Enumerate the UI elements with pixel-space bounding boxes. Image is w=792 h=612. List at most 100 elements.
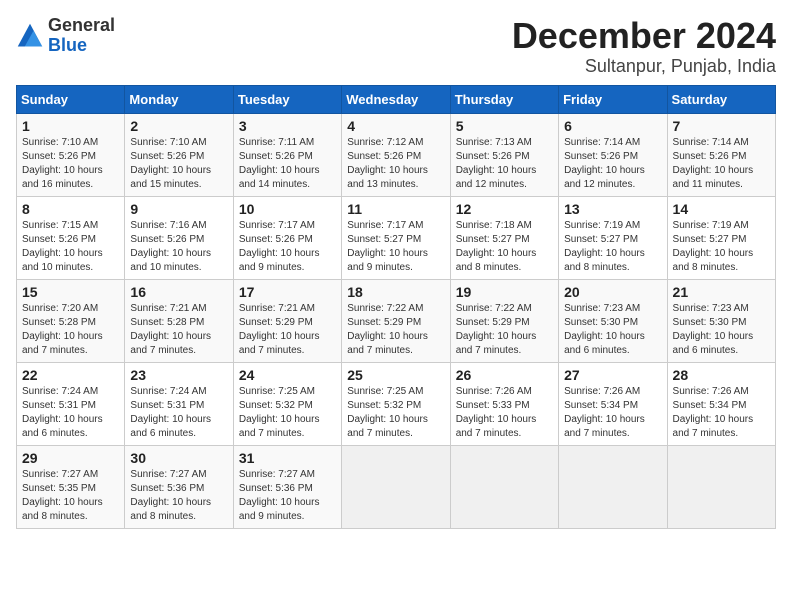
day-number: 29 bbox=[22, 450, 119, 466]
calendar-cell: 23 Sunrise: 7:24 AM Sunset: 5:31 PM Dayl… bbox=[125, 362, 233, 445]
calendar-cell: 20 Sunrise: 7:23 AM Sunset: 5:30 PM Dayl… bbox=[559, 279, 667, 362]
day-info: Sunrise: 7:19 AM Sunset: 5:27 PM Dayligh… bbox=[564, 220, 645, 273]
location-title: Sultanpur, Punjab, India bbox=[512, 56, 776, 77]
calendar-cell: 13 Sunrise: 7:19 AM Sunset: 5:27 PM Dayl… bbox=[559, 196, 667, 279]
weekday-header-saturday: Saturday bbox=[667, 85, 775, 113]
calendar-cell: 3 Sunrise: 7:11 AM Sunset: 5:26 PM Dayli… bbox=[233, 113, 341, 196]
weekday-header-wednesday: Wednesday bbox=[342, 85, 450, 113]
calendar-cell: 30 Sunrise: 7:27 AM Sunset: 5:36 PM Dayl… bbox=[125, 445, 233, 528]
logo-icon bbox=[16, 22, 44, 50]
day-number: 6 bbox=[564, 118, 661, 134]
day-number: 4 bbox=[347, 118, 444, 134]
logo: General Blue bbox=[16, 16, 115, 56]
day-info: Sunrise: 7:21 AM Sunset: 5:29 PM Dayligh… bbox=[239, 303, 320, 356]
logo-general: General bbox=[48, 16, 115, 36]
day-info: Sunrise: 7:12 AM Sunset: 5:26 PM Dayligh… bbox=[347, 137, 428, 190]
page-header: General Blue December 2024 Sultanpur, Pu… bbox=[16, 16, 776, 77]
day-number: 21 bbox=[673, 284, 770, 300]
day-info: Sunrise: 7:10 AM Sunset: 5:26 PM Dayligh… bbox=[130, 137, 211, 190]
calendar-cell: 10 Sunrise: 7:17 AM Sunset: 5:26 PM Dayl… bbox=[233, 196, 341, 279]
day-number: 26 bbox=[456, 367, 553, 383]
calendar-cell: 6 Sunrise: 7:14 AM Sunset: 5:26 PM Dayli… bbox=[559, 113, 667, 196]
weekday-header-thursday: Thursday bbox=[450, 85, 558, 113]
day-number: 31 bbox=[239, 450, 336, 466]
day-number: 2 bbox=[130, 118, 227, 134]
week-row-3: 15 Sunrise: 7:20 AM Sunset: 5:28 PM Dayl… bbox=[17, 279, 776, 362]
day-info: Sunrise: 7:27 AM Sunset: 5:36 PM Dayligh… bbox=[239, 469, 320, 522]
calendar-cell bbox=[667, 445, 775, 528]
day-info: Sunrise: 7:14 AM Sunset: 5:26 PM Dayligh… bbox=[564, 137, 645, 190]
day-info: Sunrise: 7:16 AM Sunset: 5:26 PM Dayligh… bbox=[130, 220, 211, 273]
day-info: Sunrise: 7:15 AM Sunset: 5:26 PM Dayligh… bbox=[22, 220, 103, 273]
week-row-4: 22 Sunrise: 7:24 AM Sunset: 5:31 PM Dayl… bbox=[17, 362, 776, 445]
day-number: 22 bbox=[22, 367, 119, 383]
logo-text: General Blue bbox=[48, 16, 115, 56]
calendar-cell: 16 Sunrise: 7:21 AM Sunset: 5:28 PM Dayl… bbox=[125, 279, 233, 362]
calendar-cell: 19 Sunrise: 7:22 AM Sunset: 5:29 PM Dayl… bbox=[450, 279, 558, 362]
day-info: Sunrise: 7:17 AM Sunset: 5:27 PM Dayligh… bbox=[347, 220, 428, 273]
day-info: Sunrise: 7:24 AM Sunset: 5:31 PM Dayligh… bbox=[130, 386, 211, 439]
day-info: Sunrise: 7:22 AM Sunset: 5:29 PM Dayligh… bbox=[456, 303, 537, 356]
day-number: 12 bbox=[456, 201, 553, 217]
day-number: 11 bbox=[347, 201, 444, 217]
day-number: 3 bbox=[239, 118, 336, 134]
week-row-2: 8 Sunrise: 7:15 AM Sunset: 5:26 PM Dayli… bbox=[17, 196, 776, 279]
calendar-cell: 21 Sunrise: 7:23 AM Sunset: 5:30 PM Dayl… bbox=[667, 279, 775, 362]
weekday-header-friday: Friday bbox=[559, 85, 667, 113]
day-number: 16 bbox=[130, 284, 227, 300]
day-number: 19 bbox=[456, 284, 553, 300]
weekday-header-tuesday: Tuesday bbox=[233, 85, 341, 113]
day-info: Sunrise: 7:23 AM Sunset: 5:30 PM Dayligh… bbox=[673, 303, 754, 356]
calendar-cell: 18 Sunrise: 7:22 AM Sunset: 5:29 PM Dayl… bbox=[342, 279, 450, 362]
day-number: 14 bbox=[673, 201, 770, 217]
day-number: 10 bbox=[239, 201, 336, 217]
day-info: Sunrise: 7:10 AM Sunset: 5:26 PM Dayligh… bbox=[22, 137, 103, 190]
day-info: Sunrise: 7:25 AM Sunset: 5:32 PM Dayligh… bbox=[347, 386, 428, 439]
day-number: 28 bbox=[673, 367, 770, 383]
day-info: Sunrise: 7:25 AM Sunset: 5:32 PM Dayligh… bbox=[239, 386, 320, 439]
day-info: Sunrise: 7:24 AM Sunset: 5:31 PM Dayligh… bbox=[22, 386, 103, 439]
day-number: 13 bbox=[564, 201, 661, 217]
day-info: Sunrise: 7:20 AM Sunset: 5:28 PM Dayligh… bbox=[22, 303, 103, 356]
day-info: Sunrise: 7:26 AM Sunset: 5:34 PM Dayligh… bbox=[673, 386, 754, 439]
weekday-header-monday: Monday bbox=[125, 85, 233, 113]
logo-blue: Blue bbox=[48, 36, 115, 56]
day-info: Sunrise: 7:19 AM Sunset: 5:27 PM Dayligh… bbox=[673, 220, 754, 273]
calendar-cell: 11 Sunrise: 7:17 AM Sunset: 5:27 PM Dayl… bbox=[342, 196, 450, 279]
day-number: 18 bbox=[347, 284, 444, 300]
day-info: Sunrise: 7:18 AM Sunset: 5:27 PM Dayligh… bbox=[456, 220, 537, 273]
day-info: Sunrise: 7:23 AM Sunset: 5:30 PM Dayligh… bbox=[564, 303, 645, 356]
week-row-1: 1 Sunrise: 7:10 AM Sunset: 5:26 PM Dayli… bbox=[17, 113, 776, 196]
day-info: Sunrise: 7:14 AM Sunset: 5:26 PM Dayligh… bbox=[673, 137, 754, 190]
day-info: Sunrise: 7:17 AM Sunset: 5:26 PM Dayligh… bbox=[239, 220, 320, 273]
day-number: 5 bbox=[456, 118, 553, 134]
day-number: 7 bbox=[673, 118, 770, 134]
day-info: Sunrise: 7:26 AM Sunset: 5:34 PM Dayligh… bbox=[564, 386, 645, 439]
week-row-5: 29 Sunrise: 7:27 AM Sunset: 5:35 PM Dayl… bbox=[17, 445, 776, 528]
calendar-table: SundayMondayTuesdayWednesdayThursdayFrid… bbox=[16, 85, 776, 529]
calendar-cell: 25 Sunrise: 7:25 AM Sunset: 5:32 PM Dayl… bbox=[342, 362, 450, 445]
calendar-cell: 14 Sunrise: 7:19 AM Sunset: 5:27 PM Dayl… bbox=[667, 196, 775, 279]
day-info: Sunrise: 7:26 AM Sunset: 5:33 PM Dayligh… bbox=[456, 386, 537, 439]
calendar-cell: 29 Sunrise: 7:27 AM Sunset: 5:35 PM Dayl… bbox=[17, 445, 125, 528]
calendar-cell: 2 Sunrise: 7:10 AM Sunset: 5:26 PM Dayli… bbox=[125, 113, 233, 196]
calendar-cell bbox=[450, 445, 558, 528]
weekday-header-row: SundayMondayTuesdayWednesdayThursdayFrid… bbox=[17, 85, 776, 113]
calendar-cell bbox=[559, 445, 667, 528]
calendar-cell: 17 Sunrise: 7:21 AM Sunset: 5:29 PM Dayl… bbox=[233, 279, 341, 362]
calendar-cell: 27 Sunrise: 7:26 AM Sunset: 5:34 PM Dayl… bbox=[559, 362, 667, 445]
day-info: Sunrise: 7:27 AM Sunset: 5:36 PM Dayligh… bbox=[130, 469, 211, 522]
calendar-cell: 15 Sunrise: 7:20 AM Sunset: 5:28 PM Dayl… bbox=[17, 279, 125, 362]
calendar-cell: 31 Sunrise: 7:27 AM Sunset: 5:36 PM Dayl… bbox=[233, 445, 341, 528]
calendar-cell: 8 Sunrise: 7:15 AM Sunset: 5:26 PM Dayli… bbox=[17, 196, 125, 279]
calendar-cell bbox=[342, 445, 450, 528]
day-number: 8 bbox=[22, 201, 119, 217]
day-number: 24 bbox=[239, 367, 336, 383]
day-number: 1 bbox=[22, 118, 119, 134]
month-title: December 2024 bbox=[512, 16, 776, 56]
day-number: 15 bbox=[22, 284, 119, 300]
day-number: 27 bbox=[564, 367, 661, 383]
calendar-cell: 1 Sunrise: 7:10 AM Sunset: 5:26 PM Dayli… bbox=[17, 113, 125, 196]
day-info: Sunrise: 7:21 AM Sunset: 5:28 PM Dayligh… bbox=[130, 303, 211, 356]
day-number: 17 bbox=[239, 284, 336, 300]
